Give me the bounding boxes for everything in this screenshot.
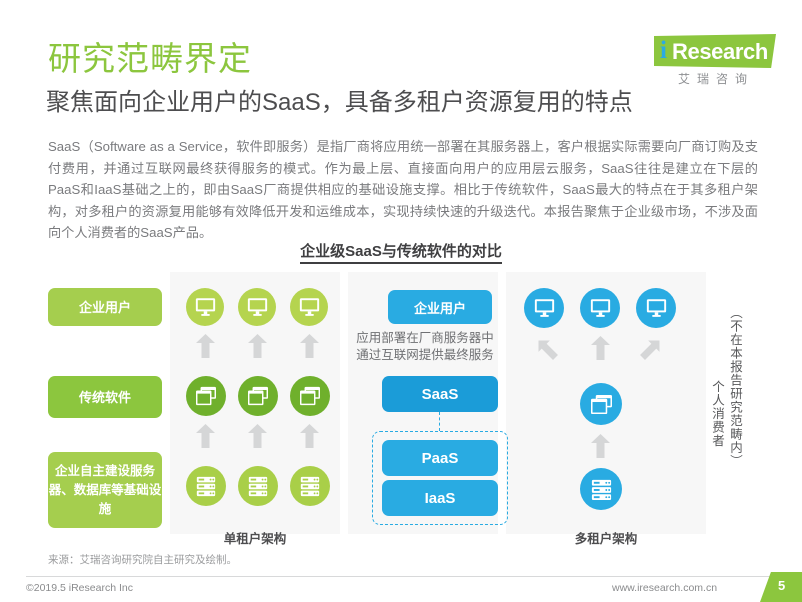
up-arrow-icon xyxy=(300,424,319,448)
website-link[interactable]: www.iresearch.com.cn xyxy=(612,582,717,594)
slide-page: 研究范畴界定 聚焦面向企业用户的SaaS，具备多租户资源复用的特点 SaaS（S… xyxy=(0,0,802,602)
label-enterprise-user-blue: 企业用户 xyxy=(388,290,492,324)
page-title: 研究范畴界定 xyxy=(48,40,252,77)
monitor-icon xyxy=(186,288,224,326)
application-window-icon xyxy=(186,376,226,416)
logo-wordmark: Research xyxy=(672,39,768,64)
up-arrow-icon xyxy=(196,424,215,448)
caption-single-tenant: 单租户架构 xyxy=(223,532,287,546)
logo-initial: i xyxy=(660,37,667,64)
vertical-note-scope: （不在本报告研究范畴内） xyxy=(728,306,742,468)
page-number: 5 xyxy=(778,578,786,593)
layer-saas: SaaS xyxy=(382,376,498,412)
label-self-built-infrastructure: 企业自主建设服务器、数据库等基础设施 xyxy=(48,452,162,528)
up-arrow-icon xyxy=(591,336,610,360)
label-enterprise-user-green: 企业用户 xyxy=(48,288,162,326)
source-note: 来源：艾瑞咨询研究院自主研究及绘制。 xyxy=(48,554,237,566)
monitor-icon xyxy=(238,288,276,326)
application-window-icon xyxy=(580,383,622,425)
up-arrow-icon xyxy=(300,334,319,358)
application-window-icon xyxy=(238,376,278,416)
caption-multi-tenant: 多租户架构 xyxy=(574,532,638,546)
up-arrow-icon xyxy=(196,334,215,358)
up-arrow-icon xyxy=(248,424,267,448)
monitor-icon xyxy=(524,288,564,328)
monitor-icon xyxy=(580,288,620,328)
layer-iaas: IaaS xyxy=(382,480,498,516)
diagonal-up-left-arrow-icon xyxy=(534,336,560,362)
diagram-title-text: 企业级SaaS与传统软件的对比 xyxy=(300,243,502,264)
vertical-note-consumer: 个人消费者 xyxy=(710,380,724,448)
monitor-icon xyxy=(290,288,328,326)
monitor-icon xyxy=(636,288,676,328)
iresearch-logo: i Research 艾瑞咨询 xyxy=(650,34,778,92)
diagram-title: 企业级SaaS与传统软件的对比 xyxy=(0,240,802,264)
page-subtitle: 聚焦面向企业用户的SaaS，具备多租户资源复用的特点 xyxy=(46,89,633,116)
layer-paas: PaaS xyxy=(382,440,498,476)
diagonal-up-right-arrow-icon xyxy=(638,336,664,362)
up-arrow-icon xyxy=(591,434,610,458)
deployment-note: 应用部署在厂商服务器中通过互联网提供最终服务 xyxy=(356,331,494,362)
label-traditional-software: 传统软件 xyxy=(48,376,162,418)
server-rack-icon xyxy=(290,466,330,506)
dashed-connector xyxy=(439,412,440,431)
application-window-icon xyxy=(290,376,330,416)
up-arrow-icon xyxy=(248,334,267,358)
server-rack-icon xyxy=(186,466,226,506)
body-paragraph: SaaS（Software as a Service，软件即服务）是指厂商将应用… xyxy=(48,139,758,240)
server-rack-icon xyxy=(580,468,622,510)
footer-divider xyxy=(26,576,776,577)
server-rack-icon xyxy=(238,466,278,506)
logo-chinese-name: 艾瑞咨询 xyxy=(677,72,754,86)
copyright-text: ©2019.5 iResearch Inc xyxy=(26,582,133,594)
